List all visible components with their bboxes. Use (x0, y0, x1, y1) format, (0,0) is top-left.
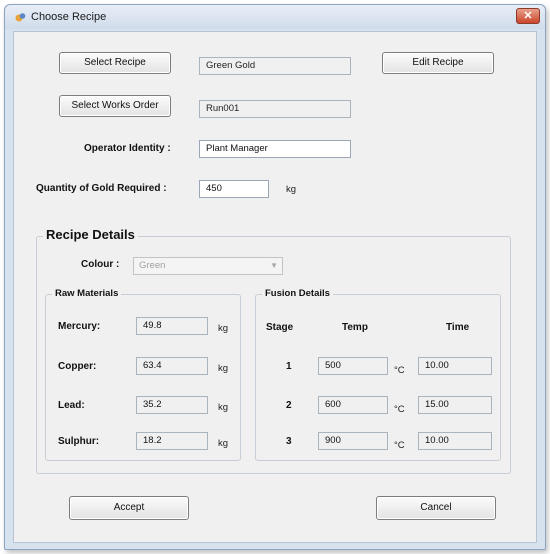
accept-button[interactable]: Accept (69, 496, 189, 520)
copper-unit: kg (218, 363, 229, 374)
works-order-field: Run001 (199, 100, 351, 118)
colour-value: Green (139, 260, 166, 271)
fusion-details-group: Fusion Details Stage Temp Time 1 500 °C … (255, 288, 501, 461)
mercury-unit: kg (218, 323, 229, 334)
fusion-details-title: Fusion Details (262, 288, 333, 299)
title-bar[interactable]: Choose Recipe ✕ (5, 5, 545, 29)
sulphur-field: 18.2 (136, 432, 208, 450)
lead-field: 35.2 (136, 396, 208, 414)
stage-3-temp-field: 900 (318, 432, 388, 450)
colour-dropdown[interactable]: Green ▼ (133, 257, 283, 275)
colour-label: Colour : (81, 259, 120, 270)
temp-header: Temp (342, 322, 368, 333)
copper-label: Copper: (58, 361, 97, 372)
dialog-client-area: Select Recipe Green Gold Edit Recipe Sel… (13, 31, 537, 543)
stage-1-temp-unit: °C (394, 365, 405, 376)
stage-3-label: 3 (286, 436, 292, 447)
cancel-button[interactable]: Cancel (376, 496, 496, 520)
raw-materials-title: Raw Materials (52, 288, 122, 299)
sulphur-unit: kg (218, 438, 229, 449)
select-recipe-button[interactable]: Select Recipe (59, 52, 171, 74)
lead-unit: kg (218, 402, 229, 413)
quantity-unit: kg (286, 184, 297, 195)
stage-2-time-field: 15.00 (418, 396, 492, 414)
app-icon (15, 13, 26, 22)
quantity-input[interactable]: 450 (199, 180, 269, 198)
close-button[interactable]: ✕ (516, 8, 540, 24)
stage-2-temp-field: 600 (318, 396, 388, 414)
mercury-label: Mercury: (58, 321, 101, 332)
stage-3-temp-unit: °C (394, 440, 405, 451)
mercury-field: 49.8 (136, 317, 208, 335)
chevron-down-icon: ▼ (270, 261, 278, 270)
edit-recipe-button[interactable]: Edit Recipe (382, 52, 494, 74)
stage-1-label: 1 (286, 361, 292, 372)
stage-1-time-field: 10.00 (418, 357, 492, 375)
stage-2-temp-unit: °C (394, 404, 405, 415)
quantity-label: Quantity of Gold Required : (36, 183, 167, 194)
operator-identity-input[interactable]: Plant Manager (199, 140, 351, 158)
window-title: Choose Recipe (31, 11, 107, 23)
stage-2-label: 2 (286, 400, 292, 411)
choose-recipe-window: Choose Recipe ✕ Select Recipe Green Gold… (4, 4, 546, 550)
recipe-details-group: Recipe Details Colour : Green ▼ Raw Mate… (36, 227, 511, 474)
operator-identity-label: Operator Identity : (84, 143, 171, 154)
sulphur-label: Sulphur: (58, 436, 100, 447)
select-works-order-button[interactable]: Select Works Order (59, 95, 171, 117)
stage-3-time-field: 10.00 (418, 432, 492, 450)
raw-materials-group: Raw Materials Mercury: 49.8 kg Copper: 6… (45, 288, 241, 461)
lead-label: Lead: (58, 400, 85, 411)
time-header: Time (446, 322, 470, 333)
stage-1-temp-field: 500 (318, 357, 388, 375)
recipe-name-field: Green Gold (199, 57, 351, 75)
recipe-details-title: Recipe Details (43, 227, 138, 242)
stage-header: Stage (266, 322, 294, 333)
copper-field: 63.4 (136, 357, 208, 375)
